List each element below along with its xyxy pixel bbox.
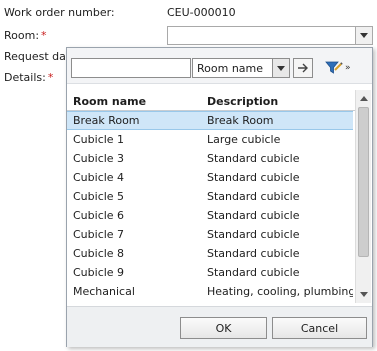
column-header-description[interactable]: Description (207, 95, 278, 108)
scroll-up-button[interactable] (356, 91, 371, 106)
chevron-down-icon (359, 292, 368, 297)
room-dropdown[interactable] (167, 26, 373, 45)
table-row[interactable]: Cubicle 1 Large cubicle (67, 130, 353, 149)
table-row[interactable]: Break Room Break Room (67, 111, 353, 130)
chevron-up-icon (359, 96, 368, 101)
details-label: Details: * (4, 71, 54, 84)
required-marker: * (41, 29, 47, 42)
cancel-button[interactable]: Cancel (272, 317, 367, 339)
scroll-down-button[interactable] (356, 287, 371, 302)
room-name-cell: Cubicle 8 (73, 247, 125, 260)
description-cell: Break Room (207, 114, 274, 127)
room-label: Room: * (4, 29, 47, 42)
description-cell: Standard cubicle (207, 152, 300, 165)
table-row[interactable]: Cubicle 5 Standard cubicle (67, 187, 353, 206)
table-row[interactable]: Cubicle 9 Standard cubicle (67, 263, 353, 282)
room-name-cell: Cubicle 6 (73, 209, 125, 222)
chevron-down-icon (360, 33, 368, 38)
arrow-right-icon (298, 63, 308, 73)
room-name-cell: Cubicle 7 (73, 228, 125, 241)
room-name-cell: Break Room (73, 114, 140, 127)
room-name-cell: Cubicle 9 (73, 266, 125, 279)
funnel-icon (325, 61, 343, 74)
room-name-cell: Cubicle 3 (73, 152, 125, 165)
ok-button[interactable]: OK (180, 317, 267, 339)
lookup-field-dropdown-button[interactable] (272, 59, 289, 77)
room-dropdown-button[interactable] (355, 27, 372, 44)
description-cell: Standard cubicle (207, 228, 300, 241)
lookup-go-button[interactable] (293, 58, 313, 78)
description-cell: Standard cubicle (207, 247, 300, 260)
description-cell: Large cubicle (207, 133, 281, 146)
lookup-field-select[interactable]: Room name (192, 58, 290, 78)
description-cell: Standard cubicle (207, 209, 300, 222)
work-order-label: Work order number: (4, 6, 115, 19)
lookup-field-value: Room name (197, 62, 264, 75)
room-name-cell: Cubicle 5 (73, 190, 125, 203)
lookup-vertical-scrollbar[interactable] (355, 90, 371, 303)
required-marker: * (47, 71, 54, 84)
lookup-grid-header: Room name Description (67, 94, 355, 111)
double-chevron-down-icon: » (345, 62, 351, 73)
lookup-filter-input[interactable] (71, 58, 191, 78)
column-header-room-name[interactable]: Room name (73, 95, 146, 108)
table-row[interactable]: Cubicle 7 Standard cubicle (67, 225, 353, 244)
description-cell: Standard cubicle (207, 266, 300, 279)
work-order-value: CEU-000010 (167, 6, 236, 19)
lookup-footer: OK Cancel (67, 306, 372, 347)
room-name-cell: Cubicle 1 (73, 133, 125, 146)
room-lookup-popup: Room name » Room name Description Break … (66, 47, 373, 347)
room-name-cell: Mechanical (73, 285, 135, 298)
table-row[interactable]: Cubicle 8 Standard cubicle (67, 244, 353, 263)
chevron-down-icon (277, 65, 285, 71)
scrollbar-thumb[interactable] (358, 107, 369, 257)
filter-options-button[interactable]: » (325, 57, 359, 79)
lookup-toolbar: Room name » (67, 48, 372, 84)
table-row[interactable]: Cubicle 4 Standard cubicle (67, 168, 353, 187)
description-cell: Standard cubicle (207, 190, 300, 203)
table-row[interactable]: Mechanical Heating, cooling, plumbing (67, 282, 353, 301)
description-cell: Standard cubicle (207, 171, 300, 184)
table-row[interactable]: Cubicle 3 Standard cubicle (67, 149, 353, 168)
table-row[interactable]: Cubicle 6 Standard cubicle (67, 206, 353, 225)
description-cell: Heating, cooling, plumbing (207, 285, 353, 298)
lookup-grid-rows: Break Room Break Room Cubicle 1 Large cu… (67, 111, 353, 301)
room-name-cell: Cubicle 4 (73, 171, 125, 184)
